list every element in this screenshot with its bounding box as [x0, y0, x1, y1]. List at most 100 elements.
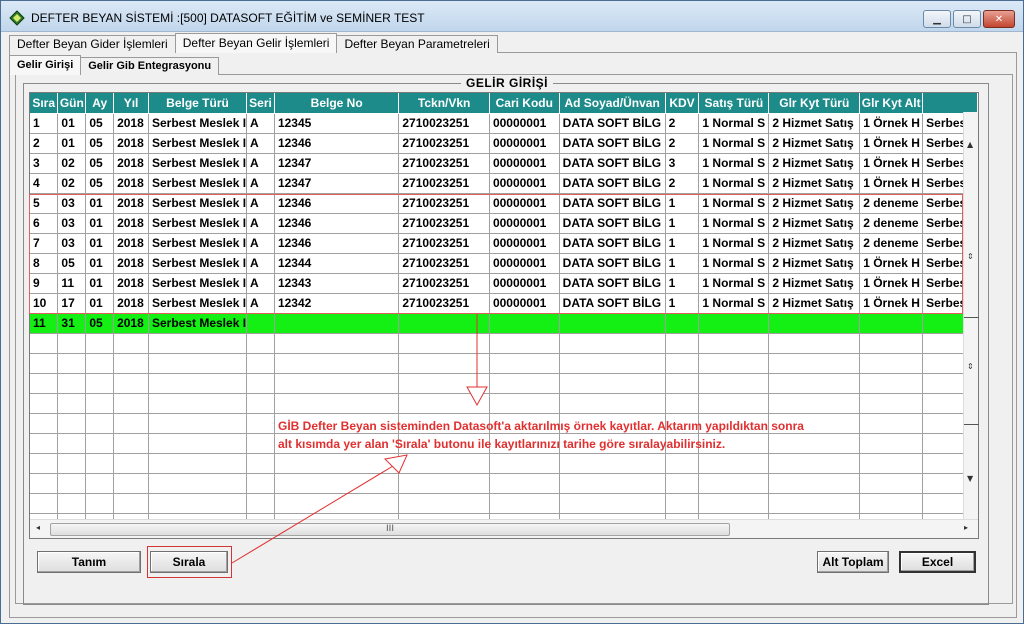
table-cell[interactable]: DATA SOFT BİLG: [559, 133, 666, 154]
table-cell[interactable]: [559, 313, 666, 334]
table-cell[interactable]: 2018: [113, 133, 149, 154]
table-cell[interactable]: 1 Normal S: [698, 233, 770, 254]
table-cell[interactable]: 2: [665, 133, 700, 154]
empty-cell[interactable]: [489, 473, 560, 494]
column-header[interactable]: Sıra: [30, 93, 59, 114]
table-cell[interactable]: Serbest Meslek I: [148, 113, 248, 134]
empty-cell[interactable]: [113, 433, 149, 454]
empty-cell[interactable]: [30, 473, 59, 494]
close-button[interactable]: ✕: [983, 10, 1015, 28]
empty-cell[interactable]: [398, 353, 490, 374]
empty-cell[interactable]: [489, 353, 560, 374]
table-cell[interactable]: 1 Normal S: [698, 133, 770, 154]
empty-cell[interactable]: [57, 413, 87, 434]
empty-cell[interactable]: [768, 453, 861, 474]
column-header[interactable]: Gün: [57, 93, 87, 114]
empty-cell[interactable]: [246, 393, 275, 414]
table-cell[interactable]: 1 Örnek H: [859, 293, 924, 314]
minimize-button[interactable]: ▁: [923, 10, 951, 28]
empty-cell[interactable]: [398, 473, 490, 494]
table-cell[interactable]: DATA SOFT BİLG: [559, 293, 666, 314]
table-row[interactable]: 9 11 01 2018 Serbest Meslek I A 12343 271002325…: [30, 273, 978, 294]
table-cell[interactable]: 02: [57, 173, 87, 194]
empty-cell[interactable]: [559, 453, 666, 474]
table-cell[interactable]: A: [246, 273, 275, 294]
table-cell[interactable]: 2018: [113, 313, 149, 334]
empty-cell[interactable]: [665, 373, 700, 394]
scroll-grip-lower-icon[interactable]: ⇕: [967, 362, 974, 371]
table-cell[interactable]: [698, 313, 770, 334]
table-cell[interactable]: [274, 313, 400, 334]
table-cell[interactable]: 2 deneme: [859, 233, 924, 254]
empty-cell[interactable]: [148, 413, 248, 434]
empty-cell[interactable]: [148, 473, 248, 494]
empty-cell[interactable]: [489, 393, 560, 414]
table-cell[interactable]: 3: [30, 153, 59, 174]
table-cell[interactable]: 12343: [274, 273, 400, 294]
empty-cell[interactable]: [274, 453, 400, 474]
table-cell[interactable]: 2018: [113, 293, 149, 314]
empty-cell[interactable]: [30, 453, 59, 474]
table-cell[interactable]: 2: [665, 113, 700, 134]
table-cell[interactable]: 3: [665, 153, 700, 174]
table-cell[interactable]: DATA SOFT BİLG: [559, 273, 666, 294]
empty-cell[interactable]: [859, 373, 924, 394]
empty-cell[interactable]: [274, 473, 400, 494]
table-cell[interactable]: 2 Hizmet Satış: [768, 173, 861, 194]
table-cell[interactable]: 12345: [274, 113, 400, 134]
empty-cell[interactable]: [274, 393, 400, 414]
table-cell[interactable]: 02: [57, 153, 87, 174]
empty-cell[interactable]: [57, 453, 87, 474]
empty-cell[interactable]: [113, 413, 149, 434]
empty-cell[interactable]: [148, 393, 248, 414]
table-cell[interactable]: 2 Hizmet Satış: [768, 193, 861, 214]
table-cell[interactable]: 6: [30, 213, 59, 234]
empty-cell[interactable]: [559, 493, 666, 514]
empty-cell[interactable]: [148, 353, 248, 374]
empty-cell[interactable]: [85, 473, 115, 494]
table-cell[interactable]: 4: [30, 173, 59, 194]
empty-cell[interactable]: [489, 493, 560, 514]
table-cell[interactable]: 00000001: [489, 153, 560, 174]
table-cell[interactable]: 7: [30, 233, 59, 254]
empty-cell[interactable]: [148, 433, 248, 454]
table-cell[interactable]: [246, 313, 275, 334]
table-cell[interactable]: 00000001: [489, 213, 560, 234]
empty-cell[interactable]: [30, 413, 59, 434]
empty-cell[interactable]: [398, 373, 490, 394]
empty-cell[interactable]: [85, 413, 115, 434]
table-cell[interactable]: 1 Normal S: [698, 293, 770, 314]
empty-cell[interactable]: [665, 473, 700, 494]
table-cell[interactable]: 2 Hizmet Satış: [768, 293, 861, 314]
table-cell[interactable]: 05: [85, 153, 115, 174]
empty-row[interactable]: [30, 373, 978, 394]
empty-cell[interactable]: [246, 353, 275, 374]
empty-cell[interactable]: [113, 393, 149, 414]
table-row[interactable]: 3 02 05 2018 Serbest Meslek I A 12347 271002325…: [30, 153, 978, 174]
empty-cell[interactable]: [698, 453, 770, 474]
empty-cell[interactable]: [859, 493, 924, 514]
table-cell[interactable]: 1 Normal S: [698, 253, 770, 274]
empty-cell[interactable]: [398, 453, 490, 474]
table-cell[interactable]: 2: [30, 133, 59, 154]
table-row[interactable]: 7 03 01 2018 Serbest Meslek I A 12346 271002325…: [30, 233, 978, 254]
table-cell[interactable]: 2710023251: [398, 153, 490, 174]
table-cell[interactable]: 1 Örnek H: [859, 253, 924, 274]
table-cell[interactable]: A: [246, 233, 275, 254]
empty-cell[interactable]: [274, 373, 400, 394]
empty-cell[interactable]: [85, 453, 115, 474]
table-cell[interactable]: 2018: [113, 233, 149, 254]
column-header[interactable]: Satış Türü: [698, 93, 770, 114]
table-row[interactable]: 8 05 01 2018 Serbest Meslek I A 12344 271002325…: [30, 253, 978, 274]
table-cell[interactable]: 1 Normal S: [698, 173, 770, 194]
empty-cell[interactable]: [85, 333, 115, 354]
table-cell[interactable]: 01: [85, 213, 115, 234]
empty-row[interactable]: [30, 453, 978, 474]
empty-cell[interactable]: [113, 333, 149, 354]
column-header[interactable]: [922, 93, 978, 114]
empty-cell[interactable]: [489, 453, 560, 474]
empty-cell[interactable]: [665, 353, 700, 374]
table-cell[interactable]: 1: [665, 253, 700, 274]
table-cell[interactable]: 11: [57, 273, 87, 294]
empty-cell[interactable]: [30, 333, 59, 354]
